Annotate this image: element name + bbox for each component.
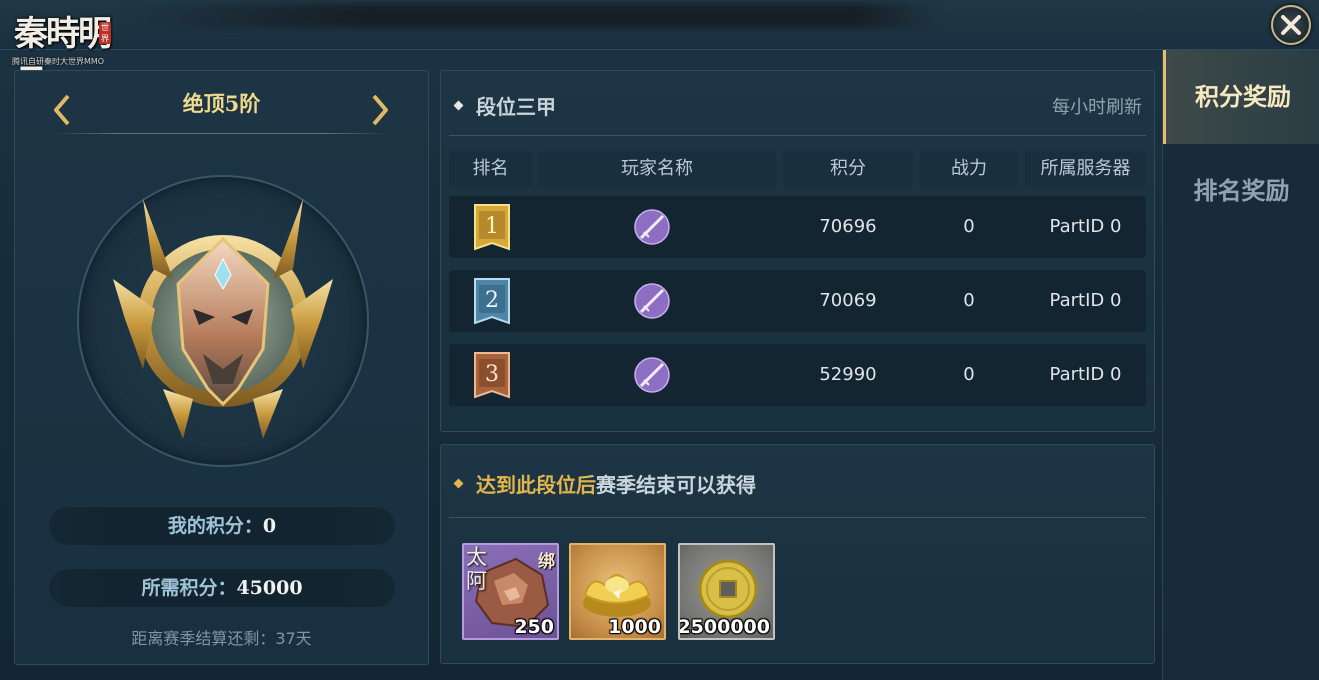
tab-score-reward[interactable]: 积分奖励: [1163, 50, 1319, 144]
table-row[interactable]: 2 70069 0 PartID 0: [449, 270, 1146, 332]
top-three-header: 段位三甲: [453, 91, 556, 120]
rank-medal-icon: 2: [474, 278, 510, 325]
title-divider: [51, 133, 391, 134]
close-icon: [1281, 15, 1301, 35]
reward-header: 达到此段位后赛季结束可以获得: [453, 469, 756, 498]
logo-subtitle: 腾讯自研秦时大世界MMO: [12, 57, 105, 66]
player-avatar-icon[interactable]: [633, 282, 671, 320]
player-avatar-icon[interactable]: [633, 208, 671, 246]
player-power: 0: [963, 290, 975, 311]
reward-tabs: 积分奖励 排名奖励: [1162, 50, 1319, 680]
logo-seal: 世界: [99, 22, 111, 44]
blurred-area: [120, 4, 940, 28]
reward-item-ore[interactable]: 太阿 绑 250: [462, 543, 559, 640]
bound-badge: 绑: [538, 552, 555, 572]
required-score-value: 45000: [236, 577, 303, 599]
close-button[interactable]: [1271, 5, 1311, 45]
reward-item-gold-ingot[interactable]: 1000: [569, 543, 666, 640]
player-power: 0: [963, 216, 975, 237]
header-divider: [449, 135, 1146, 136]
player-power: 0: [963, 364, 975, 385]
reward-title-highlight: 达到此段位后: [476, 473, 596, 497]
player-score: 70069: [819, 290, 877, 311]
rank-panel: 绝顶5阶 我的积分：0 所需积分：45000 距离赛季结算还剩：37天: [14, 70, 429, 665]
player-score: 52990: [819, 364, 877, 385]
top-three-title: 段位三甲: [476, 95, 556, 119]
player-server: PartID 0: [1049, 364, 1122, 385]
tab-rank-reward[interactable]: 排名奖励: [1163, 144, 1319, 238]
reward-panel: 达到此段位后赛季结束可以获得 太阿 绑 250 1000 2500000: [440, 444, 1155, 664]
rank-medal-icon: 1: [474, 204, 510, 251]
required-score: 所需积分：45000: [49, 569, 395, 607]
my-score-value: 0: [262, 515, 277, 537]
rank-title: 绝顶5阶: [182, 91, 261, 116]
rank-medal-icon: 3: [474, 352, 510, 399]
player-server: PartID 0: [1049, 290, 1122, 311]
col-score: 积分: [783, 151, 913, 187]
medal-rank-number: 1: [485, 214, 499, 239]
rank-emblem-icon: [113, 199, 333, 439]
item-name-tag: 太阿: [466, 545, 487, 593]
col-power: 战力: [920, 151, 1018, 187]
player-server: PartID 0: [1049, 216, 1122, 237]
table-row[interactable]: 3 52990 0 PartID 0: [449, 344, 1146, 406]
my-score-label: 我的积分：: [167, 515, 263, 537]
item-quantity: 1000: [608, 616, 661, 638]
table-row[interactable]: 1 70696 0 PartID 0: [449, 196, 1146, 258]
reward-item-coin[interactable]: 2500000: [678, 543, 775, 640]
reward-divider: [449, 517, 1146, 518]
item-quantity: 250: [514, 616, 554, 638]
player-score: 70696: [819, 216, 877, 237]
top-three-panel: 段位三甲 每小时刷新 排名 玩家名称 积分 战力 所属服务器 1 70696 0…: [440, 70, 1155, 432]
col-player: 玩家名称: [538, 151, 776, 187]
item-quantity: 2500000: [678, 616, 770, 638]
player-avatar-icon[interactable]: [633, 356, 671, 394]
diamond-bullet-icon: [453, 100, 464, 111]
next-rank-arrow-icon[interactable]: [369, 93, 391, 127]
reward-title: 赛季结束可以获得: [596, 473, 756, 497]
diamond-bullet-icon: [453, 478, 464, 489]
game-logo: 秦時明月 世界 腾讯自研秦时大世界MMO: [10, 4, 120, 103]
col-server: 所属服务器: [1025, 151, 1146, 187]
medal-rank-number: 2: [485, 288, 499, 313]
medal-rank-number: 3: [485, 362, 499, 387]
top-bar: [0, 0, 1319, 50]
col-rank: 排名: [449, 151, 532, 187]
refresh-note: 每小时刷新: [1052, 97, 1142, 118]
required-score-label: 所需积分：: [141, 577, 237, 599]
my-score: 我的积分：0: [49, 507, 395, 545]
season-remaining: 距离赛季结算还剩：37天: [131, 629, 312, 648]
